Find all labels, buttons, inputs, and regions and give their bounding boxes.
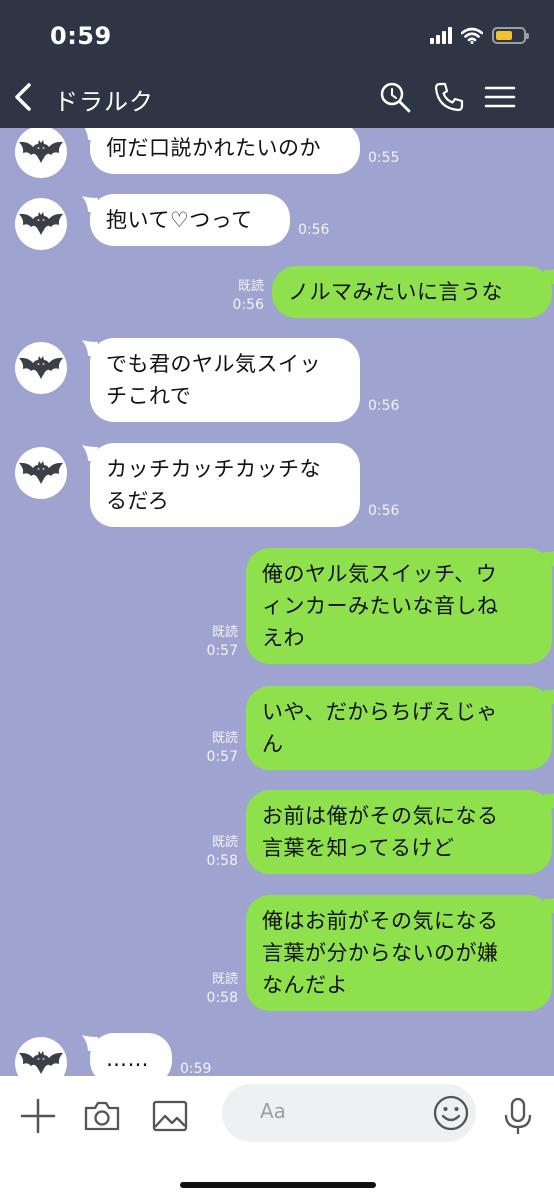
- incoming-message-bubble[interactable]: 何だ口説かれたいのか: [90, 128, 360, 174]
- chat-title: ドラルク: [54, 88, 154, 116]
- status-icons: [430, 24, 529, 46]
- read-label: 既読: [211, 835, 238, 850]
- smiley-icon[interactable]: [432, 1094, 470, 1132]
- bat-icon: [19, 356, 63, 379]
- message-text-line: えわ: [262, 626, 305, 650]
- bat-icon: [19, 461, 63, 484]
- incoming-message-bubble[interactable]: 抱いて♡つって: [90, 194, 290, 246]
- message-text-line: るだろ: [106, 489, 170, 513]
- outgoing-message-bubble[interactable]: いや、だからちげえじゃん: [246, 686, 552, 770]
- bubble-tail: [544, 898, 554, 913]
- bubble-tail: [544, 551, 554, 566]
- search-icon[interactable]: [378, 80, 412, 114]
- read-receipt: 既読 0:56: [233, 278, 264, 314]
- message-time: 0:58: [206, 853, 238, 869]
- message-text-line: 俺はお前がその気になる: [262, 909, 499, 933]
- phone-icon[interactable]: [432, 80, 466, 114]
- signal-icon: [430, 26, 452, 44]
- message-text-line: 俺のヤル気スイッチ、ウ: [262, 562, 498, 586]
- sender-avatar[interactable]: [15, 447, 67, 499]
- read-receipt: 既読 0:58: [207, 834, 238, 870]
- read-label: 既読: [211, 972, 238, 987]
- incoming-message-bubble[interactable]: ……: [90, 1033, 172, 1076]
- status-time: 0:59: [50, 22, 112, 50]
- message-text-line: でも君のヤル気スイッ: [106, 352, 321, 376]
- home-indicator: [180, 1182, 376, 1188]
- message-placeholder: Aa: [260, 1099, 286, 1123]
- outgoing-message-bubble[interactable]: ノルマみたいに言うな: [272, 266, 552, 318]
- bubble-tail: [82, 340, 98, 356]
- read-label: 既読: [211, 731, 238, 746]
- message-time: 0:56: [298, 222, 330, 238]
- message-time: 0:56: [368, 503, 400, 519]
- message-text-line: ん: [262, 732, 284, 756]
- message-text-line: なんだよ: [262, 973, 348, 997]
- sender-avatar[interactable]: [15, 342, 67, 394]
- bubble-tail: [544, 269, 554, 284]
- message-text-line: チこれで: [106, 384, 192, 408]
- message-text-line: いや、だからちげえじゃ: [262, 700, 498, 724]
- outgoing-message-bubble[interactable]: 俺はお前がその気になる 言葉が分からないのが嫌 なんだよ: [246, 895, 552, 1011]
- message-text-line: 言葉が分からないのが嫌: [262, 941, 499, 965]
- incoming-message-bubble[interactable]: カッチカッチカッチな るだろ: [90, 443, 360, 527]
- bubble-tail: [82, 196, 98, 212]
- message-text-line: 何だ口説かれたいのか: [106, 136, 321, 160]
- message-input[interactable]: Aa: [222, 1084, 476, 1142]
- message-time: 0:55: [368, 150, 400, 166]
- plus-icon[interactable]: [18, 1096, 58, 1136]
- read-receipt: 既読 0:57: [207, 624, 238, 660]
- top-bar: 0:59 ドラルク: [0, 0, 554, 128]
- message-text-line: お前は俺がその気になる: [262, 804, 499, 828]
- menu-icon[interactable]: [484, 80, 516, 114]
- read-label: 既読: [211, 625, 238, 640]
- message-text-line: ……: [106, 1047, 149, 1071]
- battery-icon: [492, 26, 529, 44]
- read-receipt: 既読 0:58: [207, 971, 238, 1007]
- message-text-line: ィンカーみたいな音しね: [262, 594, 499, 618]
- bubble-tail: [82, 445, 98, 461]
- bubble-tail: [544, 689, 554, 704]
- message-text-line: 言葉を知ってるけど: [262, 836, 455, 860]
- message-text-line: ノルマみたいに言うな: [288, 280, 503, 304]
- message-time: 0:56: [368, 398, 400, 414]
- read-receipt: 既読 0:57: [207, 730, 238, 766]
- read-label: 既読: [237, 279, 264, 294]
- sender-avatar[interactable]: [15, 198, 67, 250]
- back-chevron-icon[interactable]: [12, 82, 34, 112]
- outgoing-message-bubble[interactable]: お前は俺がその気になる 言葉を知ってるけど: [246, 790, 552, 874]
- wifi-icon: [461, 27, 483, 44]
- bat-icon: [19, 140, 63, 163]
- bat-icon: [19, 212, 63, 235]
- message-time: 0:56: [232, 297, 264, 313]
- sender-avatar[interactable]: [15, 128, 67, 178]
- incoming-message-bubble[interactable]: でも君のヤル気スイッ チこれで: [90, 338, 360, 422]
- message-time: 0:58: [206, 990, 238, 1006]
- image-icon[interactable]: [150, 1096, 190, 1136]
- message-time: 0:59: [180, 1061, 212, 1076]
- bubble-tail: [82, 1035, 98, 1051]
- camera-icon[interactable]: [82, 1096, 122, 1136]
- message-text-line: 抱いて♡つって: [106, 208, 253, 232]
- sender-avatar[interactable]: [15, 1037, 67, 1076]
- chat-area[interactable]: 何だ口説かれたいのか 0:55 抱いて♡つって 0:56 ノルマみたいに言うな 既読 0:5…: [0, 128, 554, 1076]
- outgoing-message-bubble[interactable]: 俺のヤル気スイッチ、ウ ィンカーみたいな音しね えわ: [246, 548, 552, 664]
- microphone-icon[interactable]: [500, 1096, 536, 1136]
- input-bar: Aa: [0, 1076, 554, 1200]
- message-time: 0:57: [206, 749, 238, 765]
- bubble-tail: [84, 128, 98, 140]
- bubble-tail: [544, 793, 554, 808]
- bat-icon: [19, 1051, 63, 1074]
- message-time: 0:57: [206, 643, 238, 659]
- message-text-line: カッチカッチカッチな: [106, 457, 321, 481]
